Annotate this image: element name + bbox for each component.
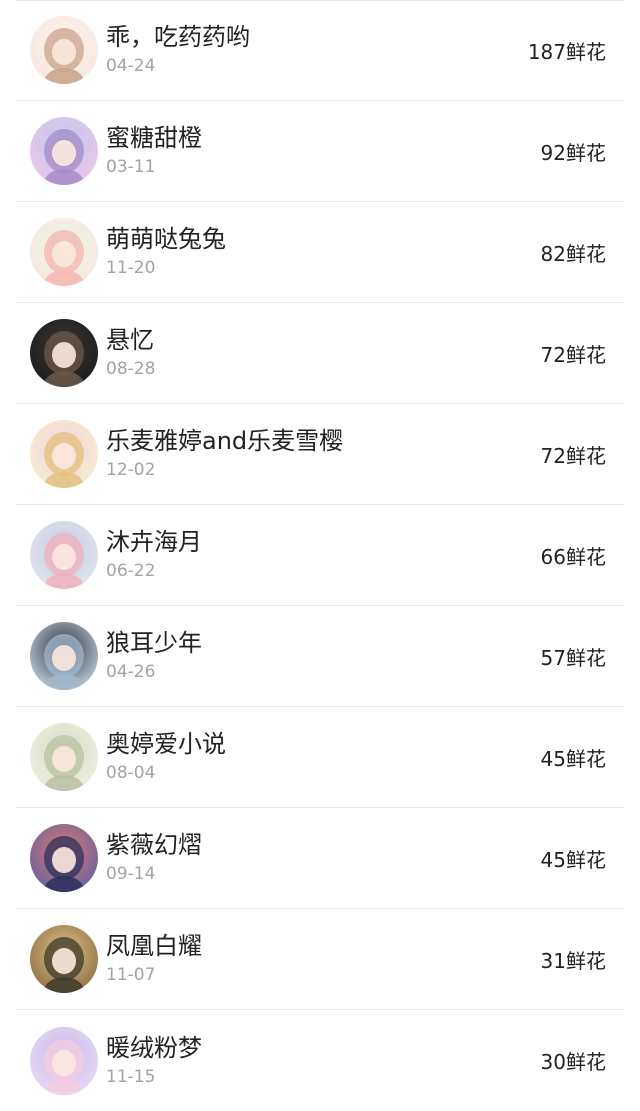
list-item-1[interactable]: 乖，吃药药哟 04-24 187鲜花 <box>16 0 624 101</box>
avatar[interactable] <box>30 723 98 791</box>
flower-count: 82鲜花 <box>540 241 606 266</box>
flower-count: 187鲜花 <box>527 39 606 64</box>
user-name: 乐麦雅婷and乐麦雪樱 <box>106 427 344 455</box>
list-item-6[interactable]: 沐卉海月 06-22 66鲜花 <box>16 505 624 606</box>
user-date: 06-22 <box>106 561 156 581</box>
user-meta: 狼耳少年 04-26 <box>106 628 541 684</box>
user-name: 悬忆 <box>106 326 154 354</box>
user-meta: 蜜糖甜橙 03-11 <box>106 123 541 179</box>
user-meta: 凤凰白耀 11-07 <box>106 931 541 987</box>
flower-count: 72鲜花 <box>540 443 606 468</box>
user-date: 09-14 <box>106 864 156 884</box>
user-meta: 悬忆 08-28 <box>106 325 541 381</box>
list-item-3[interactable]: 萌萌哒兔兔 11-20 82鲜花 <box>16 202 624 303</box>
avatar-image <box>30 16 98 84</box>
avatar[interactable] <box>30 521 98 589</box>
user-date: 11-20 <box>106 258 156 278</box>
flower-count: 45鲜花 <box>540 746 606 771</box>
user-meta: 紫薇幻熠 09-14 <box>106 830 541 886</box>
avatar-image <box>30 420 98 488</box>
user-name: 蜜糖甜橙 <box>106 124 202 152</box>
avatar[interactable] <box>30 16 98 84</box>
avatar-image <box>30 521 98 589</box>
list-item-7[interactable]: 狼耳少年 04-26 57鲜花 <box>16 606 624 707</box>
avatar[interactable] <box>30 824 98 892</box>
user-name: 乖，吃药药哟 <box>106 23 250 51</box>
avatar[interactable] <box>30 218 98 286</box>
list-item-2[interactable]: 蜜糖甜橙 03-11 92鲜花 <box>16 101 624 202</box>
avatar-image <box>30 824 98 892</box>
user-name: 萌萌哒兔兔 <box>106 225 226 253</box>
user-date: 11-07 <box>106 965 156 985</box>
user-date: 11-15 <box>106 1066 156 1087</box>
rows-container: 乖，吃药药哟 04-24 187鲜花 蜜糖甜橙 03-11 92鲜花 萌萌哒兔兔… <box>0 0 640 1111</box>
list-item-11[interactable]: 暖绒粉梦 11-15 30鲜花 <box>16 1010 624 1111</box>
flower-count: 45鲜花 <box>540 847 606 872</box>
list-item-10[interactable]: 凤凰白耀 11-07 31鲜花 <box>16 909 624 1010</box>
user-meta: 萌萌哒兔兔 11-20 <box>106 224 541 280</box>
user-date: 08-28 <box>106 359 156 379</box>
user-meta: 奥婷爱小说 08-04 <box>106 729 541 785</box>
avatar[interactable] <box>30 1026 98 1095</box>
flower-count: 66鲜花 <box>540 544 606 569</box>
flower-count: 30鲜花 <box>540 1050 606 1074</box>
user-name: 狼耳少年 <box>106 629 202 657</box>
avatar-image <box>30 218 98 286</box>
user-date: 08-04 <box>106 763 156 783</box>
user-name: 凤凰白耀 <box>106 932 202 960</box>
avatar-image <box>30 925 98 993</box>
user-date: 04-26 <box>106 662 156 682</box>
list-item-5[interactable]: 乐麦雅婷and乐麦雪樱 12-02 72鲜花 <box>16 404 624 505</box>
avatar-image <box>30 1026 98 1095</box>
user-date: 12-02 <box>106 460 156 480</box>
user-meta: 乐麦雅婷and乐麦雪樱 12-02 <box>106 426 541 482</box>
user-meta: 乖，吃药药哟 04-24 <box>106 22 528 78</box>
user-name: 紫薇幻熠 <box>106 831 202 859</box>
flower-ranking-list: 乖，吃药药哟 04-24 187鲜花 蜜糖甜橙 03-11 92鲜花 萌萌哒兔兔… <box>0 0 640 1107</box>
avatar-image <box>30 319 98 387</box>
flower-count: 72鲜花 <box>540 342 606 367</box>
user-name: 沐卉海月 <box>106 528 202 556</box>
flower-count: 92鲜花 <box>540 140 606 165</box>
list-item-9[interactable]: 紫薇幻熠 09-14 45鲜花 <box>16 808 624 909</box>
list-item-4[interactable]: 悬忆 08-28 72鲜花 <box>16 303 624 404</box>
user-date: 03-11 <box>106 157 156 177</box>
avatar[interactable] <box>30 319 98 387</box>
avatar[interactable] <box>30 925 98 993</box>
user-date: 04-24 <box>106 56 156 76</box>
avatar[interactable] <box>30 622 98 690</box>
avatar-image <box>30 622 98 690</box>
user-name: 奥婷爱小说 <box>106 730 226 758</box>
avatar[interactable] <box>30 420 98 488</box>
avatar-image <box>30 723 98 791</box>
avatar-image <box>30 117 98 185</box>
flower-count: 31鲜花 <box>540 948 606 973</box>
user-name: 暖绒粉梦 <box>106 1033 202 1062</box>
user-meta: 沐卉海月 06-22 <box>106 527 541 583</box>
list-item-8[interactable]: 奥婷爱小说 08-04 45鲜花 <box>16 707 624 808</box>
avatar[interactable] <box>30 117 98 185</box>
flower-count: 57鲜花 <box>540 645 606 670</box>
user-meta: 暖绒粉梦 11-15 <box>106 1033 541 1089</box>
